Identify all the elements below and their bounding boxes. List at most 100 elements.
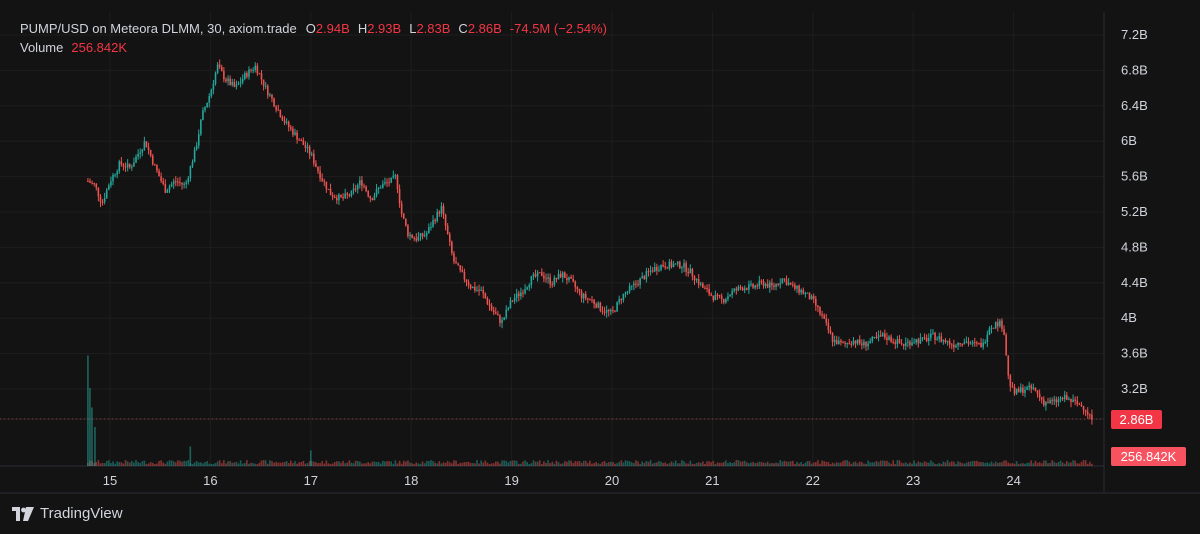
candle-body (1059, 398, 1062, 400)
chart-canvas[interactable]: 7.2B 6.8B 6.4B 6B 5.6B 5.2B 4.8B 4.4B 4B 3.6B 3.2B… (0, 0, 1200, 534)
volume-bar (852, 462, 855, 466)
candle-body (524, 289, 526, 294)
volume-bar (499, 463, 501, 466)
volume-bar (1043, 460, 1045, 466)
volume-bar (480, 460, 482, 466)
candle-body (827, 322, 830, 331)
volume-bar (398, 460, 401, 466)
candle-body (620, 299, 623, 301)
candle-body (1063, 395, 1066, 399)
candle-body (599, 302, 602, 311)
volume-bar (643, 462, 646, 466)
volume-bar (764, 462, 767, 466)
volume-bar (359, 461, 361, 466)
volume-bar (373, 461, 376, 466)
candle-body (241, 78, 244, 83)
volume-bar (645, 461, 648, 466)
volume-bar (1024, 463, 1026, 466)
candle-body (384, 182, 386, 184)
volume-bar (1005, 460, 1007, 466)
volume-bar (367, 462, 369, 466)
candle-body (442, 206, 445, 215)
volume-bar (451, 463, 453, 466)
candle-body (446, 225, 449, 235)
candle-body (168, 186, 171, 191)
candle-body (766, 283, 769, 288)
volume-spike (310, 450, 312, 466)
candle-body (1011, 386, 1014, 388)
volume-bar (1047, 463, 1049, 466)
chart-area[interactable]: 7.2B 6.8B 6.4B 6B 5.6B 5.2B 4.8B 4.4B 4B 3.6B 3.2B… (0, 0, 1200, 534)
candle-body (911, 342, 913, 346)
brand-name: TradingView (40, 505, 123, 522)
volume-bar (697, 462, 700, 466)
tradingview-logo-icon (12, 506, 34, 521)
tradingview-brand[interactable]: TradingView (12, 505, 123, 522)
candle-body (273, 98, 275, 107)
candle-body (172, 181, 175, 185)
candle-body (526, 287, 528, 290)
candle-body (800, 289, 802, 293)
volume-bar (417, 463, 420, 466)
volume-bar (593, 462, 595, 466)
high-value: 2.93B (367, 21, 402, 36)
candle-body (593, 299, 595, 305)
candle-body (1045, 402, 1047, 406)
symbol-title[interactable]: PUMP/USD on Meteora DLMM, 30, axiom.trad… (20, 19, 297, 38)
volume-bar (402, 460, 405, 466)
volume-bar (844, 460, 846, 466)
volume-bar (695, 462, 698, 466)
volume-bar (587, 463, 589, 466)
candle-body (948, 341, 951, 345)
candle-body (497, 313, 499, 316)
candle-body (1034, 387, 1037, 391)
candle-body (1086, 411, 1089, 415)
candle-body (881, 333, 884, 337)
candle-body (93, 183, 95, 185)
candle-body (867, 343, 869, 347)
candle-body (304, 145, 307, 148)
volume-bar (517, 463, 520, 466)
candle-body (637, 284, 639, 286)
volume-bar (526, 461, 528, 466)
candle-body (564, 272, 566, 279)
candle-body (440, 206, 443, 214)
volume-bar (574, 461, 577, 466)
candle-body (428, 227, 430, 234)
volume-bar (637, 461, 639, 466)
volume-bar (465, 462, 468, 466)
candle-body (658, 269, 660, 271)
candle-body (271, 94, 273, 99)
candle-body (561, 272, 564, 278)
candle-body (545, 278, 547, 280)
volume-bar (911, 463, 913, 466)
volume-bar (628, 461, 631, 466)
candle-body (812, 296, 815, 299)
volume-bar (154, 463, 156, 466)
candle-body (438, 211, 441, 214)
candle-body (193, 149, 196, 163)
candle-body (139, 152, 142, 154)
volume-bar (971, 460, 974, 466)
volume-bar (1013, 463, 1016, 466)
volume-bar (497, 461, 499, 466)
volume-label[interactable]: Volume (20, 38, 63, 57)
candle-body (792, 284, 794, 286)
candle-body (850, 343, 853, 345)
volume-bar (762, 462, 765, 466)
candle-body (934, 332, 936, 340)
volume-bar (576, 461, 579, 466)
candle-body (501, 319, 503, 324)
candle-body (950, 344, 953, 346)
candle-body (256, 65, 259, 74)
candle-body (921, 337, 924, 339)
y-tick-label: 4.4B (1121, 275, 1148, 290)
candle-body (938, 336, 941, 339)
candle-body (783, 278, 786, 280)
volume-bar (503, 460, 505, 466)
candle-body (436, 211, 439, 222)
volume-bar (982, 462, 984, 466)
volume-bar (827, 461, 830, 466)
candle-body (457, 263, 459, 266)
candle-body (618, 299, 620, 303)
